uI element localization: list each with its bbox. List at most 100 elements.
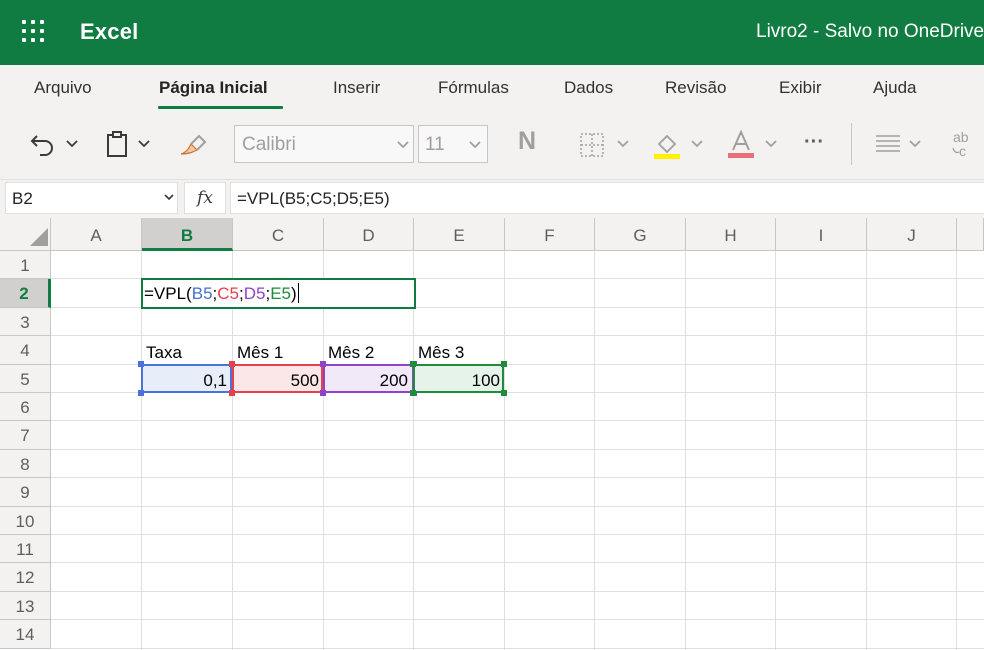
fill-color-chevron-icon[interactable] [690,137,704,151]
align-chevron-icon[interactable] [908,137,922,151]
font-name-chevron-icon [397,141,409,149]
column-header-H[interactable]: H [686,218,776,251]
font-name-value: Calibri [242,134,296,155]
grid-column-line [594,251,595,650]
grid-column-line [413,251,414,650]
column-header-F[interactable]: F [505,218,595,251]
text-caret [297,283,299,303]
active-cell-editor[interactable]: =VPL(B5;C5;D5;E5) [141,278,416,309]
grid-column-line [232,251,233,650]
formula-token: D5 [243,284,266,303]
row-header-11[interactable]: 11 [0,535,51,564]
font-name-select[interactable]: Calibri [234,125,414,163]
column-header-G[interactable]: G [595,218,686,251]
tab-dados[interactable]: Dados [564,78,613,98]
font-size-chevron-icon [469,141,481,149]
align-text-icon[interactable] [872,129,904,159]
cell-D5[interactable]: 200 [325,367,412,391]
row-header-10[interactable]: 10 [0,506,51,535]
row-header-7[interactable]: 7 [0,421,51,450]
grid-row-line [51,505,984,507]
grid-column-line [323,251,324,650]
row-header-2[interactable]: 2 [0,279,51,308]
row-header-12[interactable]: 12 [0,563,51,592]
font-color-chevron-icon[interactable] [764,137,778,151]
wrap-text-icon[interactable]: ab c [948,127,980,161]
formula-input[interactable]: =VPL(B5;C5;D5;E5) [230,182,984,214]
row-header-5[interactable]: 5 [0,364,51,393]
cell-E5[interactable]: 100 [415,367,504,391]
column-header-I[interactable]: I [776,218,867,251]
tab-pagina-inicial[interactable]: Página Inicial [159,78,268,98]
cell-C4[interactable]: Mês 1 [233,339,287,363]
name-box[interactable]: B2 [5,182,178,214]
row-header-3[interactable]: 3 [0,307,51,337]
grid-row-line [51,448,984,450]
tab-revisao[interactable]: Revisão [665,78,726,98]
column-header-E[interactable]: E [414,218,505,251]
paste-dropdown-chevron-icon[interactable] [137,137,151,151]
fill-color-icon[interactable] [650,129,684,161]
cell-D4[interactable]: Mês 2 [324,339,378,363]
font-color-icon[interactable] [724,127,758,161]
row-header-9[interactable]: 9 [0,478,51,507]
tab-ajuda[interactable]: Ajuda [873,78,916,98]
formula-text: =VPL(B5;C5;D5;E5) [237,189,390,208]
grid-column-line [866,251,867,650]
formula-bar: B2 fx =VPL(B5;C5;D5;E5) [0,180,984,218]
grid-column-line [685,251,686,650]
name-box-value: B2 [12,189,33,208]
tab-exibir[interactable]: Exibir [779,78,822,98]
cell-B4[interactable]: Taxa [142,339,186,363]
name-box-chevron-icon[interactable] [162,190,176,204]
document-title[interactable]: Livro2 - Salvo no OneDrive [756,21,984,43]
grid-column-line [775,251,776,650]
row-header-13[interactable]: 13 [0,591,51,621]
column-header-B[interactable]: B [142,218,233,251]
row-header-14[interactable]: 14 [0,620,51,649]
borders-chevron-icon[interactable] [616,137,630,151]
row-header-1[interactable]: 1 [0,251,51,280]
format-painter-icon[interactable] [176,129,208,159]
more-options-icon[interactable]: ··· [798,127,830,157]
column-header-partial[interactable] [957,218,984,251]
grid-row-line [51,335,984,337]
tab-arquivo[interactable]: Arquivo [34,78,92,98]
borders-icon[interactable] [578,131,606,159]
grid-row-line [51,534,984,535]
tab-inserir[interactable]: Inserir [333,78,380,98]
row-header-6[interactable]: 6 [0,393,51,422]
row-header-4[interactable]: 4 [0,336,51,365]
ribbon-separator [851,123,852,165]
formula-token: C5 [217,284,239,303]
active-tab-indicator [158,106,283,109]
column-header-J[interactable]: J [867,218,957,251]
undo-icon[interactable] [28,129,58,159]
cell-B5[interactable]: 0,1 [143,367,231,391]
app-name[interactable]: Excel [80,19,139,45]
ribbon-toolbar: Calibri 11 N ··· ab c [0,113,984,175]
grid-row-line [51,562,984,564]
row-header-8[interactable]: 8 [0,449,51,479]
insert-function-button[interactable]: fx [184,182,226,214]
formula-token: B5 [191,284,213,303]
grid-row-line [51,590,984,592]
column-header-D[interactable]: D [324,218,414,251]
paste-clipboard-icon[interactable] [102,129,132,159]
select-all-corner[interactable] [0,218,51,251]
app-launcher-icon[interactable] [22,20,46,44]
grid-column-line [141,251,142,650]
grid-column-line [956,251,957,650]
formula-token: ) [291,284,297,303]
tab-formulas[interactable]: Fórmulas [438,78,509,98]
cell-E4[interactable]: Mês 3 [414,339,468,363]
undo-dropdown-chevron-icon[interactable] [65,137,79,151]
cell-C5[interactable]: 500 [234,367,323,391]
select-all-triangle-icon [30,228,48,246]
bold-button[interactable]: N [518,127,536,156]
svg-text:c: c [959,143,966,159]
column-header-C[interactable]: C [233,218,324,251]
column-header-A[interactable]: A [51,218,142,251]
grid-row-line [51,477,984,479]
title-bar: Excel Livro2 - Salvo no OneDrive [0,0,984,65]
